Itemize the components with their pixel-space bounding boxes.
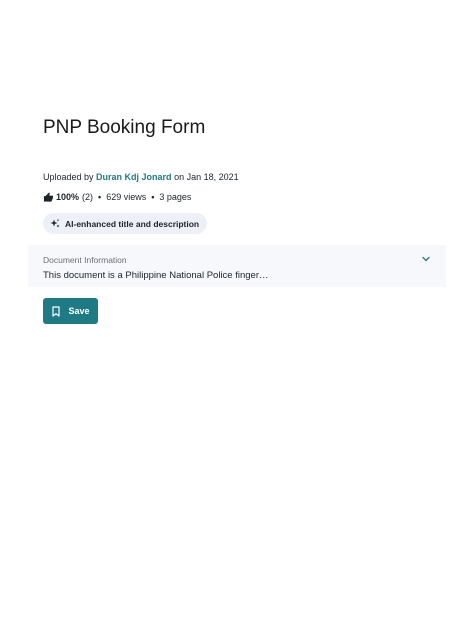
save-button[interactable]: Save: [43, 298, 98, 324]
page-title: PNP Booking Form: [43, 117, 206, 138]
author-link[interactable]: Duran Kdj Jonard: [96, 172, 172, 182]
separator-dot: •: [151, 192, 155, 202]
document-page: PNP Booking Form Uploaded by Duran Kdj J…: [0, 0, 474, 632]
bookmark-icon: [51, 305, 61, 317]
ai-badge-label: AI-enhanced title and description: [65, 218, 200, 229]
pages-count: 3 pages: [159, 192, 192, 202]
document-description: This document is a Philippine National P…: [43, 270, 269, 281]
save-button-label: Save: [68, 306, 90, 316]
separator-dot: •: [98, 192, 102, 202]
rating-count: (2): [82, 192, 94, 202]
ai-enhanced-badge: AI-enhanced title and description: [43, 213, 208, 234]
sparkle-icon: [49, 218, 61, 230]
chevron-down-icon[interactable]: [420, 253, 432, 265]
upload-info: Uploaded by Duran Kdj Jonard on Jan 18, …: [43, 172, 239, 182]
document-stats: 100% (2) • 629 views • 3 pages: [43, 190, 191, 204]
views-count: 629 views: [106, 192, 147, 202]
uploaded-prefix: Uploaded by: [43, 172, 97, 182]
document-information-panel[interactable]: Document Information This document is a …: [28, 245, 446, 287]
thumbs-up-icon: [43, 191, 54, 203]
document-information-label: Document Information: [43, 255, 127, 265]
rating-percent: 100%: [56, 192, 80, 202]
uploaded-date: on Jan 18, 2021: [171, 172, 239, 182]
